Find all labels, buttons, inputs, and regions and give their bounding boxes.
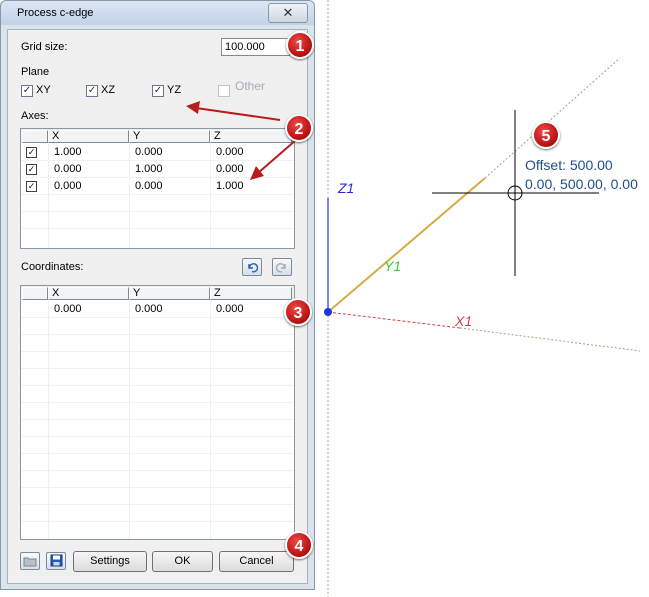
callout-badge-3: 3 bbox=[284, 298, 312, 326]
origin-point bbox=[324, 308, 332, 316]
x-axis-extension bbox=[459, 327, 641, 352]
z-axis-label: Z1 bbox=[338, 180, 355, 196]
x-axis-label: X1 bbox=[455, 313, 473, 329]
y-axis-label: Y1 bbox=[384, 258, 402, 274]
offset-readout: Offset: 500.00 bbox=[525, 157, 613, 173]
x-axis-line bbox=[327, 311, 461, 329]
callout-badge-4: 4 bbox=[285, 531, 313, 559]
viewport-canvas[interactable] bbox=[0, 0, 649, 597]
callout-badge-5: 5 bbox=[532, 121, 560, 149]
callout-badge-2: 2 bbox=[285, 114, 313, 142]
callout-badge-1: 1 bbox=[286, 31, 314, 59]
callout-arrow bbox=[257, 139, 297, 174]
callout-arrow bbox=[195, 107, 281, 121]
offset-coordinates: 0.00, 500.00, 0.00 bbox=[525, 176, 638, 192]
